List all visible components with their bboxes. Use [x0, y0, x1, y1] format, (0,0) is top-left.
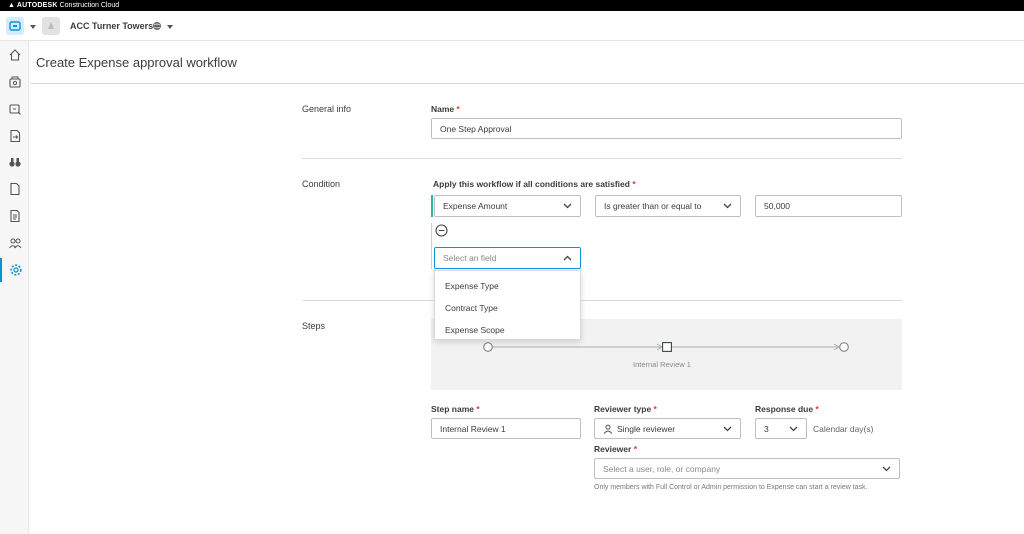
change-order-icon	[9, 129, 20, 143]
condition-operator-select[interactable]: Is greater than or equal to	[595, 195, 741, 217]
module-switcher-button[interactable]	[6, 17, 24, 35]
budget-icon	[8, 76, 21, 88]
condition-label: Apply this workflow if all conditions ar…	[433, 179, 636, 189]
condition-value-input[interactable]: 50,000	[755, 195, 902, 217]
chevron-down-icon	[882, 466, 891, 471]
chevron-down-icon	[723, 426, 732, 431]
sidebar-item-budget[interactable]	[0, 70, 29, 94]
user-icon	[603, 424, 613, 434]
project-chevron-down-icon[interactable]	[167, 25, 173, 29]
start-node-icon	[483, 342, 493, 352]
condition-connector	[431, 223, 432, 269]
document-icon	[9, 182, 20, 196]
response-due-label: Response due *	[755, 404, 819, 414]
autodesk-mark-icon: ▲	[8, 2, 15, 9]
condition-field-select[interactable]: Expense Amount	[434, 195, 581, 217]
general-info-section-label: General info	[302, 104, 352, 114]
sidebar-item-change-orders[interactable]	[0, 124, 29, 148]
brand-logo: ▲ AUTODESK Construction Cloud	[8, 2, 120, 9]
name-label: Name *	[431, 104, 460, 114]
step-node-label: Internal Review 1	[633, 360, 691, 369]
review-step-node-icon[interactable]	[662, 342, 672, 352]
step-name-label: Step name *	[431, 404, 480, 414]
brand-bar: ▲ AUTODESK Construction Cloud	[0, 0, 1024, 11]
sidebar	[0, 41, 29, 534]
cost-icon	[8, 104, 21, 115]
page-header: Create Expense approval workflow	[30, 41, 1024, 84]
reviewer-type-label: Reviewer type *	[594, 404, 657, 414]
chevron-down-icon	[789, 426, 798, 431]
sidebar-item-settings[interactable]	[0, 258, 29, 282]
sidebar-item-files[interactable]	[0, 177, 29, 201]
menu-item-contract-type[interactable]: Contract Type	[445, 303, 498, 313]
name-input[interactable]: One Step Approval	[431, 118, 902, 139]
forms-icon	[9, 209, 20, 223]
home-icon	[9, 49, 20, 61]
chevron-up-icon	[563, 255, 572, 261]
condition-field-value: Expense Amount	[443, 201, 508, 211]
menu-item-expense-scope[interactable]: Expense Scope	[445, 325, 505, 335]
condition-section-label: Condition	[302, 179, 341, 189]
sidebar-item-insight[interactable]	[0, 150, 29, 174]
section-divider	[302, 300, 902, 301]
sidebar-item-forms[interactable]	[0, 204, 29, 228]
chevron-down-icon	[563, 203, 572, 209]
sidebar-item-cost[interactable]	[0, 97, 29, 121]
chevron-down-icon[interactable]	[30, 25, 36, 29]
binoculars-icon	[8, 158, 21, 167]
members-icon	[8, 238, 21, 249]
condition-operator-value: Is greater than or equal to	[604, 201, 702, 211]
project-logo-icon	[48, 22, 54, 29]
reviewer-select[interactable]: Select a user, role, or company	[594, 458, 900, 479]
menu-item-expense-type[interactable]: Expense Type	[445, 281, 499, 291]
reviewer-hint: Only members with Full Control or Admin …	[594, 484, 868, 491]
project-thumbnail[interactable]	[42, 17, 60, 35]
response-due-unit: Calendar day(s)	[813, 424, 874, 434]
response-due-value: 3	[764, 423, 769, 434]
reviewer-type-value: Single reviewer	[617, 423, 676, 434]
section-divider	[302, 158, 902, 159]
sidebar-item-members[interactable]	[0, 231, 29, 255]
response-due-select[interactable]: 3	[755, 418, 807, 439]
steps-section-label: Steps	[302, 321, 326, 331]
new-condition-field-select[interactable]: Select an field	[434, 247, 581, 269]
reviewer-type-select[interactable]: Single reviewer	[594, 418, 741, 439]
module-icon	[9, 21, 21, 31]
reviewer-placeholder: Select a user, role, or company	[603, 463, 721, 474]
remove-condition-icon[interactable]	[435, 224, 448, 237]
new-condition-field-placeholder: Select an field	[443, 253, 497, 263]
page-title: Create Expense approval workflow	[36, 55, 237, 70]
step-name-input[interactable]: Internal Review 1	[431, 418, 581, 439]
field-options-menu: Expense Type Contract Type Expense Scope	[434, 270, 581, 340]
globe-icon	[153, 22, 161, 30]
chevron-down-icon	[723, 203, 732, 209]
project-bar: ACC Turner Towers	[0, 11, 1024, 41]
project-name[interactable]: ACC Turner Towers	[70, 21, 153, 31]
sidebar-item-home[interactable]	[0, 43, 29, 67]
reviewer-label: Reviewer *	[594, 444, 638, 454]
condition-bar	[431, 195, 433, 217]
settings-icon	[9, 264, 22, 276]
end-node-icon	[839, 342, 849, 352]
